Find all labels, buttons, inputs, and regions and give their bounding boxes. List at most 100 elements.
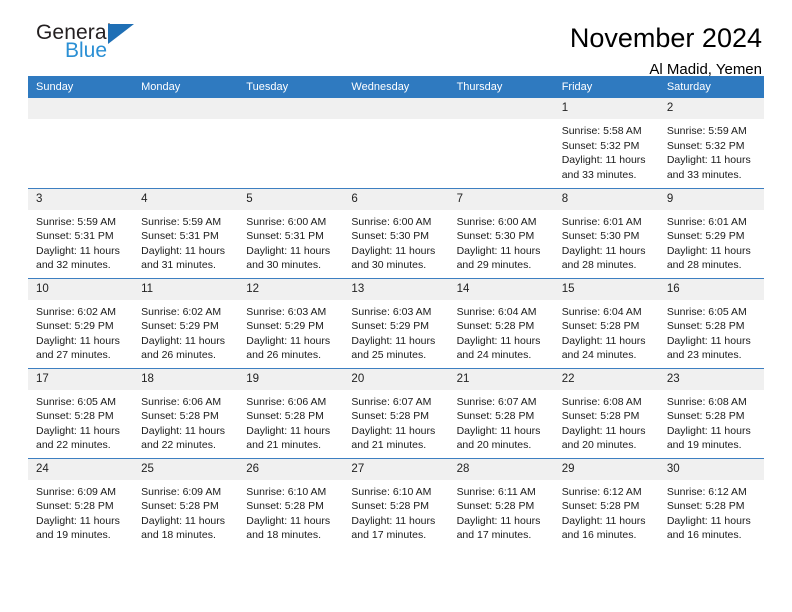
day-details: Sunrise: 6:00 AM Sunset: 5:31 PM Daylight:…: [238, 210, 343, 273]
calendar-day-cell[interactable]: 19 Sunrise: 6:06 AM Sunset: 5:28 PM Dayligh…: [238, 367, 344, 458]
sunset-time: Sunset: 5:29 PM: [36, 320, 114, 332]
sunrise-sunset-calendar: Sunday Monday Tuesday Wednesday Thursday…: [28, 76, 764, 548]
weekday-header-thursday: Thursday: [448, 76, 554, 98]
calendar-day-cell[interactable]: 7 Sunrise: 6:00 AM Sunset: 5:30 PM Daylight…: [448, 187, 554, 278]
day-number: 4: [133, 188, 239, 210]
day-number: 10: [28, 278, 134, 300]
daylight-duration-line2: and 33 minutes.: [561, 168, 637, 181]
calendar-day-cell-empty: [448, 98, 554, 188]
sunrise-time: Sunrise: 6:03 AM: [351, 305, 432, 318]
daylight-duration-line1: Daylight: 11 hours: [351, 424, 436, 437]
calendar-day-cell-empty: [28, 98, 134, 188]
page-title: November 2024: [569, 23, 762, 53]
calendar-day-cell[interactable]: 23 Sunrise: 6:08 AM Sunset: 5:28 PM Dayligh…: [658, 367, 764, 458]
day-number: 22: [553, 368, 659, 390]
calendar-day-cell[interactable]: 18 Sunrise: 6:06 AM Sunset: 5:28 PM Dayligh…: [133, 367, 239, 458]
calendar-week-row: 3 Sunrise: 5:59 AM Sunset: 5:31 PM Daylight…: [28, 187, 764, 278]
day-details: Sunrise: 5:59 AM Sunset: 5:32 PM Daylight:…: [659, 119, 764, 182]
daylight-duration-line2: and 30 minutes.: [351, 259, 427, 271]
calendar-week-row: 10 Sunrise: 6:02 AM Sunset: 5:29 PM Dayligh…: [28, 277, 764, 368]
calendar-day-cell[interactable]: 5 Sunrise: 6:00 AM Sunset: 5:31 PM Daylight…: [238, 187, 344, 278]
sunrise-time: Sunrise: 6:05 AM: [36, 395, 116, 408]
daylight-duration-line2: and 23 minutes.: [666, 349, 742, 361]
day-number: 15: [553, 278, 659, 300]
calendar-day-cell[interactable]: 21 Sunrise: 6:07 AM Sunset: 5:28 PM Dayligh…: [448, 367, 554, 458]
general-blue-logo[interactable]: General Blue: [28, 22, 135, 61]
day-number: 9: [658, 188, 764, 210]
day-number: 24: [28, 458, 134, 480]
calendar-day-cell[interactable]: 11 Sunrise: 6:02 AM Sunset: 5:29 PM Dayligh…: [133, 277, 239, 368]
daylight-duration-line2: and 24 minutes.: [561, 349, 637, 361]
calendar-day-cell[interactable]: 3 Sunrise: 5:59 AM Sunset: 5:31 PM Daylight…: [28, 187, 134, 278]
logo-top-row: General: [36, 22, 135, 44]
sunrise-time: Sunrise: 6:11 AM: [456, 485, 536, 498]
calendar-day-cell-empty: [133, 98, 239, 188]
calendar-day-cell[interactable]: 24 Sunrise: 6:09 AM Sunset: 5:28 PM Dayligh…: [28, 457, 134, 548]
daylight-duration-line2: and 21 minutes.: [351, 439, 427, 451]
calendar-day-cell[interactable]: 8 Sunrise: 6:01 AM Sunset: 5:30 PM Daylight…: [553, 187, 659, 278]
daylight-duration-line1: Daylight: 11 hours: [456, 424, 541, 437]
daylight-duration-line2: and 20 minutes.: [456, 439, 532, 451]
day-number: 25: [133, 458, 239, 480]
calendar-day-cell[interactable]: 14 Sunrise: 6:04 AM Sunset: 5:28 PM Dayligh…: [448, 277, 554, 368]
day-number: [238, 98, 344, 119]
calendar-day-cell[interactable]: 17 Sunrise: 6:05 AM Sunset: 5:28 PM Dayligh…: [28, 367, 134, 458]
calendar-day-cell[interactable]: 4 Sunrise: 5:59 AM Sunset: 5:31 PM Daylight…: [133, 187, 239, 278]
sunrise-time: Sunrise: 6:06 AM: [246, 395, 327, 408]
calendar-day-cell[interactable]: 6 Sunrise: 6:00 AM Sunset: 5:30 PM Daylight…: [343, 187, 449, 278]
calendar-day-cell[interactable]: 12 Sunrise: 6:03 AM Sunset: 5:29 PM Dayligh…: [238, 277, 344, 368]
day-number: 23: [658, 368, 764, 390]
sunset-time: Sunset: 5:32 PM: [561, 139, 640, 152]
day-details: Sunrise: 6:09 AM Sunset: 5:28 PM Daylight:…: [28, 480, 133, 543]
calendar-day-cell[interactable]: 2 Sunrise: 5:59 AM Sunset: 5:32 PM Daylight…: [658, 98, 764, 188]
calendar-day-cell[interactable]: 20 Sunrise: 6:07 AM Sunset: 5:28 PM Dayligh…: [343, 367, 449, 458]
day-number: 28: [448, 458, 554, 480]
day-details: Sunrise: 6:01 AM Sunset: 5:29 PM Daylight:…: [659, 210, 764, 273]
day-number: 11: [133, 278, 239, 300]
calendar-day-cell[interactable]: 30 Sunrise: 6:12 AM Sunset: 5:28 PM Dayligh…: [658, 457, 764, 548]
day-number: 16: [658, 278, 764, 300]
sunset-time: Sunset: 5:28 PM: [246, 500, 324, 512]
calendar-day-cell[interactable]: 16 Sunrise: 6:05 AM Sunset: 5:28 PM Dayligh…: [658, 277, 764, 368]
day-details: Sunrise: 6:04 AM Sunset: 5:28 PM Daylight:…: [449, 300, 554, 363]
sunrise-time: Sunrise: 6:03 AM: [246, 305, 327, 318]
daylight-duration-line1: Daylight: 11 hours: [666, 334, 751, 347]
calendar-day-cell[interactable]: 25 Sunrise: 6:09 AM Sunset: 5:28 PM Dayligh…: [133, 457, 239, 548]
daylight-duration-line1: Daylight: 11 hours: [246, 424, 331, 437]
daylight-duration-line1: Daylight: 11 hours: [141, 334, 225, 347]
sunrise-time: Sunrise: 6:10 AM: [246, 485, 327, 498]
sunrise-time: Sunrise: 5:59 AM: [36, 215, 116, 228]
sunrise-time: Sunrise: 6:00 AM: [456, 215, 537, 228]
calendar-day-cell[interactable]: 1 Sunrise: 5:58 AM Sunset: 5:32 PM Daylight…: [553, 98, 659, 188]
day-number: 21: [448, 368, 554, 390]
day-details: Sunrise: 6:10 AM Sunset: 5:28 PM Daylight:…: [343, 480, 448, 543]
day-number: 1: [553, 98, 659, 119]
daylight-duration-line1: Daylight: 11 hours: [246, 334, 331, 347]
calendar-day-cell[interactable]: 9 Sunrise: 6:01 AM Sunset: 5:29 PM Daylight…: [658, 187, 764, 278]
calendar-day-cell[interactable]: 10 Sunrise: 6:02 AM Sunset: 5:29 PM Dayligh…: [28, 277, 134, 368]
day-number: 27: [343, 458, 449, 480]
calendar-day-cell[interactable]: 29 Sunrise: 6:12 AM Sunset: 5:28 PM Dayligh…: [553, 457, 659, 548]
day-details: Sunrise: 6:12 AM Sunset: 5:28 PM Daylight:…: [659, 480, 764, 543]
calendar-day-cell[interactable]: 22 Sunrise: 6:08 AM Sunset: 5:28 PM Dayligh…: [553, 367, 659, 458]
page-header: General Blue November 2024 Al Madid, Yem…: [28, 0, 764, 79]
calendar-day-cell[interactable]: 13 Sunrise: 6:03 AM Sunset: 5:29 PM Dayligh…: [343, 277, 449, 368]
sunrise-time: Sunrise: 6:07 AM: [456, 395, 537, 408]
daylight-duration-line1: Daylight: 11 hours: [561, 244, 646, 257]
calendar-day-cell[interactable]: 28 Sunrise: 6:11 AM Sunset: 5:28 PM Dayligh…: [448, 457, 554, 548]
calendar-day-cell[interactable]: 26 Sunrise: 6:10 AM Sunset: 5:28 PM Dayligh…: [238, 457, 344, 548]
sunset-time: Sunset: 5:31 PM: [36, 230, 114, 242]
sunrise-time: Sunrise: 6:08 AM: [561, 395, 642, 408]
day-details: Sunrise: 6:00 AM Sunset: 5:30 PM Daylight:…: [343, 210, 448, 273]
day-number: [133, 98, 239, 119]
day-details: Sunrise: 6:11 AM Sunset: 5:28 PM Daylight:…: [449, 480, 554, 543]
day-details: Sunrise: 6:03 AM Sunset: 5:29 PM Daylight:…: [238, 300, 343, 363]
sunset-time: Sunset: 5:28 PM: [36, 410, 114, 422]
day-details: Sunrise: 6:01 AM Sunset: 5:30 PM Daylight:…: [554, 210, 659, 273]
title-block: November 2024 Al Madid, Yemen: [570, 22, 764, 80]
daylight-duration-line1: Daylight: 11 hours: [561, 154, 646, 166]
calendar-day-cell[interactable]: 27 Sunrise: 6:10 AM Sunset: 5:28 PM Dayligh…: [343, 457, 449, 548]
calendar-day-cell[interactable]: 15 Sunrise: 6:04 AM Sunset: 5:28 PM Dayligh…: [553, 277, 659, 368]
sunrise-time: Sunrise: 6:04 AM: [561, 305, 642, 318]
daylight-duration-line2: and 20 minutes.: [561, 439, 637, 451]
